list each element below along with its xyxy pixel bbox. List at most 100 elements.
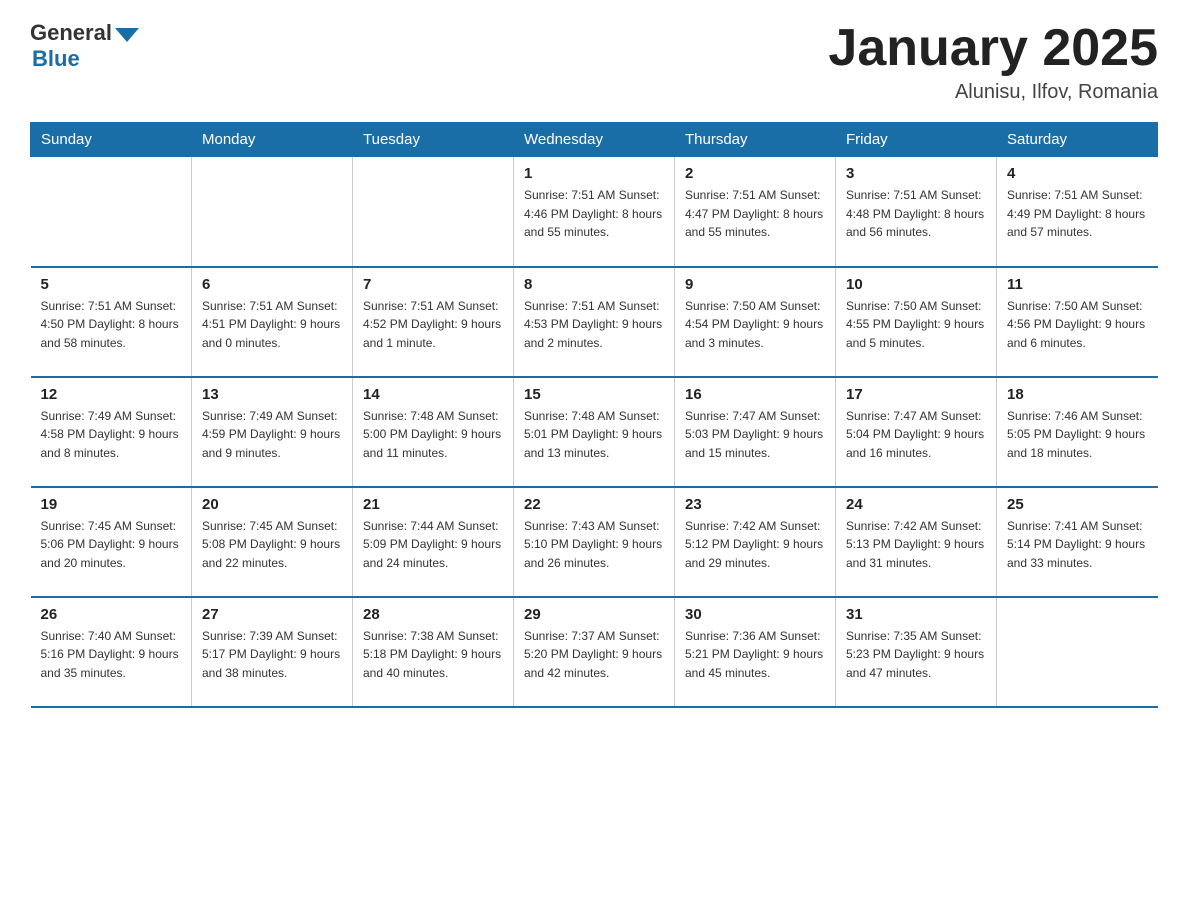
day-number: 28 <box>363 606 503 623</box>
day-info: Sunrise: 7:49 AM Sunset: 4:58 PM Dayligh… <box>41 407 182 463</box>
day-number: 22 <box>524 496 664 513</box>
day-info: Sunrise: 7:51 AM Sunset: 4:50 PM Dayligh… <box>41 297 182 353</box>
calendar-cell: 20Sunrise: 7:45 AM Sunset: 5:08 PM Dayli… <box>192 487 353 597</box>
calendar-cell: 5Sunrise: 7:51 AM Sunset: 4:50 PM Daylig… <box>31 267 192 377</box>
day-info: Sunrise: 7:48 AM Sunset: 5:01 PM Dayligh… <box>524 407 664 463</box>
title-section: January 2025 Alunisu, Ilfov, Romania <box>828 20 1158 104</box>
day-info: Sunrise: 7:47 AM Sunset: 5:03 PM Dayligh… <box>685 407 825 463</box>
day-info: Sunrise: 7:45 AM Sunset: 5:06 PM Dayligh… <box>41 517 182 573</box>
day-number: 31 <box>846 606 986 623</box>
header-day-thursday: Thursday <box>675 123 836 157</box>
calendar-cell: 28 Sunrise: 7:38 AM Sunset: 5:18 PM Dayli… <box>353 597 514 707</box>
calendar-cell: 3 Sunrise: 7:51 AM Sunset: 4:48 PM Daylig… <box>836 157 997 267</box>
day-number: 1 <box>524 165 664 182</box>
day-info: Sunrise: 7:47 AM Sunset: 5:04 PM Dayligh… <box>846 407 986 463</box>
day-info: Sunrise: 7:51 AM Sunset: 4:51 PM Dayligh… <box>202 297 342 353</box>
calendar-cell: 7 Sunrise: 7:51 AM Sunset: 4:52 PM Daylig… <box>353 267 514 377</box>
day-number: 4 <box>1007 165 1148 182</box>
calendar-cell <box>353 157 514 267</box>
calendar-cell: 8Sunrise: 7:51 AM Sunset: 4:53 PM Daylig… <box>514 267 675 377</box>
calendar-cell: 19Sunrise: 7:45 AM Sunset: 5:06 PM Dayli… <box>31 487 192 597</box>
calendar-location: Alunisu, Ilfov, Romania <box>828 81 1158 104</box>
day-number: 2 <box>685 165 825 182</box>
calendar-cell: 24 Sunrise: 7:42 AM Sunset: 5:13 PM Dayli… <box>836 487 997 597</box>
day-info: Sunrise: 7:42 AM Sunset: 5:13 PM Dayligh… <box>846 517 986 573</box>
calendar-cell: 30 Sunrise: 7:36 AM Sunset: 5:21 PM Dayli… <box>675 597 836 707</box>
calendar-cell: 14 Sunrise: 7:48 AM Sunset: 5:00 PM Dayli… <box>353 377 514 487</box>
header-day-friday: Friday <box>836 123 997 157</box>
day-number: 23 <box>685 496 825 513</box>
day-info: Sunrise: 7:51 AM Sunset: 4:48 PM Dayligh… <box>846 186 986 242</box>
day-info: Sunrise: 7:40 AM Sunset: 5:16 PM Dayligh… <box>41 627 182 683</box>
day-info: Sunrise: 7:51 AM Sunset: 4:46 PM Dayligh… <box>524 186 664 242</box>
calendar-cell: 4 Sunrise: 7:51 AM Sunset: 4:49 PM Daylig… <box>997 157 1158 267</box>
calendar-cell: 29Sunrise: 7:37 AM Sunset: 5:20 PM Dayli… <box>514 597 675 707</box>
day-info: Sunrise: 7:36 AM Sunset: 5:21 PM Dayligh… <box>685 627 825 683</box>
day-info: Sunrise: 7:39 AM Sunset: 5:17 PM Dayligh… <box>202 627 342 683</box>
calendar-cell: 2Sunrise: 7:51 AM Sunset: 4:47 PM Daylig… <box>675 157 836 267</box>
day-info: Sunrise: 7:41 AM Sunset: 5:14 PM Dayligh… <box>1007 517 1148 573</box>
day-info: Sunrise: 7:43 AM Sunset: 5:10 PM Dayligh… <box>524 517 664 573</box>
header-day-wednesday: Wednesday <box>514 123 675 157</box>
calendar-cell: 10Sunrise: 7:50 AM Sunset: 4:55 PM Dayli… <box>836 267 997 377</box>
logo-arrow-icon <box>115 28 139 42</box>
day-number: 7 <box>363 276 503 293</box>
calendar-cell: 21 Sunrise: 7:44 AM Sunset: 5:09 PM Dayli… <box>353 487 514 597</box>
week-row-4: 19Sunrise: 7:45 AM Sunset: 5:06 PM Dayli… <box>31 487 1158 597</box>
week-row-1: 1 Sunrise: 7:51 AM Sunset: 4:46 PM Daylig… <box>31 157 1158 267</box>
day-number: 27 <box>202 606 342 623</box>
day-info: Sunrise: 7:51 AM Sunset: 4:53 PM Dayligh… <box>524 297 664 353</box>
logo-general-text: General <box>30 20 112 46</box>
day-number: 30 <box>685 606 825 623</box>
day-number: 21 <box>363 496 503 513</box>
calendar-cell: 9 Sunrise: 7:50 AM Sunset: 4:54 PM Daylig… <box>675 267 836 377</box>
calendar-cell: 26 Sunrise: 7:40 AM Sunset: 5:16 PM Dayli… <box>31 597 192 707</box>
week-row-2: 5Sunrise: 7:51 AM Sunset: 4:50 PM Daylig… <box>31 267 1158 377</box>
calendar-cell <box>192 157 353 267</box>
day-info: Sunrise: 7:35 AM Sunset: 5:23 PM Dayligh… <box>846 627 986 683</box>
calendar-cell: 15 Sunrise: 7:48 AM Sunset: 5:01 PM Dayli… <box>514 377 675 487</box>
day-number: 26 <box>41 606 182 623</box>
day-number: 9 <box>685 276 825 293</box>
day-info: Sunrise: 7:50 AM Sunset: 4:54 PM Dayligh… <box>685 297 825 353</box>
day-number: 24 <box>846 496 986 513</box>
calendar-table: SundayMondayTuesdayWednesdayThursdayFrid… <box>30 122 1158 708</box>
header-day-saturday: Saturday <box>997 123 1158 157</box>
header-day-sunday: Sunday <box>31 123 192 157</box>
calendar-cell <box>997 597 1158 707</box>
logo-blue-text: Blue <box>32 46 80 72</box>
day-info: Sunrise: 7:51 AM Sunset: 4:52 PM Dayligh… <box>363 297 503 353</box>
day-info: Sunrise: 7:42 AM Sunset: 5:12 PM Dayligh… <box>685 517 825 573</box>
day-info: Sunrise: 7:44 AM Sunset: 5:09 PM Dayligh… <box>363 517 503 573</box>
day-info: Sunrise: 7:51 AM Sunset: 4:49 PM Dayligh… <box>1007 186 1148 242</box>
calendar-cell: 12 Sunrise: 7:49 AM Sunset: 4:58 PM Dayli… <box>31 377 192 487</box>
day-info: Sunrise: 7:50 AM Sunset: 4:56 PM Dayligh… <box>1007 297 1148 353</box>
day-info: Sunrise: 7:49 AM Sunset: 4:59 PM Dayligh… <box>202 407 342 463</box>
day-info: Sunrise: 7:50 AM Sunset: 4:55 PM Dayligh… <box>846 297 986 353</box>
day-number: 6 <box>202 276 342 293</box>
day-info: Sunrise: 7:37 AM Sunset: 5:20 PM Dayligh… <box>524 627 664 683</box>
page-header: General Blue January 2025 Alunisu, Ilfov… <box>30 20 1158 104</box>
calendar-cell: 18Sunrise: 7:46 AM Sunset: 5:05 PM Dayli… <box>997 377 1158 487</box>
day-number: 3 <box>846 165 986 182</box>
day-number: 20 <box>202 496 342 513</box>
calendar-cell: 25Sunrise: 7:41 AM Sunset: 5:14 PM Dayli… <box>997 487 1158 597</box>
day-number: 17 <box>846 386 986 403</box>
day-number: 14 <box>363 386 503 403</box>
calendar-cell: 17 Sunrise: 7:47 AM Sunset: 5:04 PM Dayli… <box>836 377 997 487</box>
day-info: Sunrise: 7:38 AM Sunset: 5:18 PM Dayligh… <box>363 627 503 683</box>
calendar-cell <box>31 157 192 267</box>
day-info: Sunrise: 7:46 AM Sunset: 5:05 PM Dayligh… <box>1007 407 1148 463</box>
day-number: 16 <box>685 386 825 403</box>
day-info: Sunrise: 7:48 AM Sunset: 5:00 PM Dayligh… <box>363 407 503 463</box>
logo: General Blue <box>30 20 139 72</box>
calendar-header-row: SundayMondayTuesdayWednesdayThursdayFrid… <box>31 123 1158 157</box>
day-number: 15 <box>524 386 664 403</box>
calendar-cell: 13 Sunrise: 7:49 AM Sunset: 4:59 PM Dayli… <box>192 377 353 487</box>
calendar-cell: 23 Sunrise: 7:42 AM Sunset: 5:12 PM Dayli… <box>675 487 836 597</box>
calendar-cell: 6 Sunrise: 7:51 AM Sunset: 4:51 PM Daylig… <box>192 267 353 377</box>
week-row-3: 12 Sunrise: 7:49 AM Sunset: 4:58 PM Dayli… <box>31 377 1158 487</box>
day-number: 12 <box>41 386 182 403</box>
day-number: 13 <box>202 386 342 403</box>
calendar-cell: 22 Sunrise: 7:43 AM Sunset: 5:10 PM Dayli… <box>514 487 675 597</box>
